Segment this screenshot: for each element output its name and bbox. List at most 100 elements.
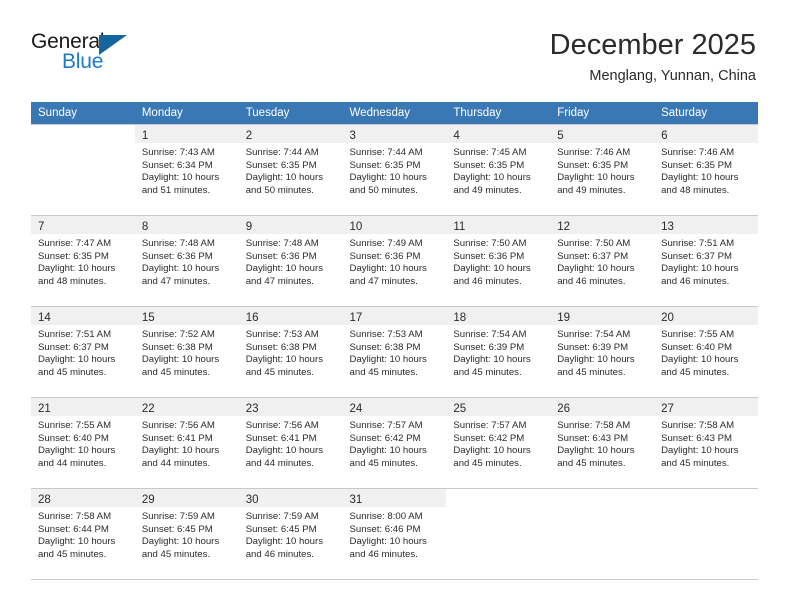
title-block: December 2025 Menglang, Yunnan, China xyxy=(550,28,756,85)
day-number: 4 xyxy=(453,130,460,142)
calendar-day-cell[interactable]: 10 Sunrise: 7:49 AM Sunset: 6:36 PM Dayligh… xyxy=(342,215,447,307)
sunrise-line: Sunrise: 7:49 AM xyxy=(349,238,423,249)
day-cell-inner: 15 Sunrise: 7:52 AM Sunset: 6:38 PM Dayligh… xyxy=(134,307,239,397)
day-cell-inner: 3 Sunrise: 7:44 AM Sunset: 6:35 PM Daylight… xyxy=(342,125,447,215)
daylight-line-1: Daylight: 10 hours xyxy=(453,263,531,275)
day-cell-inner: 19 Sunrise: 7:54 AM Sunset: 6:39 PM Dayligh… xyxy=(550,307,655,397)
day-number: 10 xyxy=(349,221,363,233)
calendar-day-cell[interactable]: 19 Sunrise: 7:54 AM Sunset: 6:39 PM Dayligh… xyxy=(550,306,655,398)
day-cell-inner: 30 Sunrise: 7:59 AM Sunset: 6:45 PM Dayligh… xyxy=(238,489,343,579)
weekday-header-thursday: Thursday xyxy=(446,102,551,125)
calendar-page: General Blue December 2025 Menglang, Yun… xyxy=(0,0,792,612)
day-detail-lines: Sunrise: 7:57 AM Sunset: 6:42 PM Daylight:… xyxy=(446,416,550,470)
calendar-day-cell[interactable]: 18 Sunrise: 7:54 AM Sunset: 6:39 PM Dayligh… xyxy=(446,306,551,398)
calendar-day-cell[interactable]: 5 Sunrise: 7:46 AM Sunset: 6:35 PM Daylight… xyxy=(550,124,655,216)
calendar-day-cell[interactable]: 12 Sunrise: 7:50 AM Sunset: 6:37 PM Dayligh… xyxy=(550,215,655,307)
day-detail-lines: Sunrise: 7:48 AM Sunset: 6:36 PM Daylight:… xyxy=(135,234,239,288)
daylight-line-2: and 49 minutes. xyxy=(453,184,522,196)
day-number: 26 xyxy=(557,403,571,415)
calendar-day-cell[interactable]: 24 Sunrise: 7:57 AM Sunset: 6:42 PM Dayligh… xyxy=(342,397,447,489)
calendar-day-cell[interactable]: 7 Sunrise: 7:47 AM Sunset: 6:35 PM Daylight… xyxy=(31,215,135,307)
daylight-line-1: Daylight: 10 hours xyxy=(349,445,427,457)
calendar-day-cell[interactable]: 14 Sunrise: 7:51 AM Sunset: 6:37 PM Dayligh… xyxy=(31,306,135,398)
sunset-line: Sunset: 6:36 PM xyxy=(141,250,213,262)
weekday-header-saturday: Saturday xyxy=(654,102,758,125)
calendar-day-cell[interactable]: 13 Sunrise: 7:51 AM Sunset: 6:37 PM Dayligh… xyxy=(654,215,758,307)
day-cell-inner: 17 Sunrise: 7:53 AM Sunset: 6:38 PM Dayligh… xyxy=(342,307,447,397)
calendar-day-cell[interactable]: 3 Sunrise: 7:44 AM Sunset: 6:35 PM Daylight… xyxy=(342,124,447,216)
daylight-line-1: Daylight: 10 hours xyxy=(245,536,324,548)
daylight-line-1: Daylight: 10 hours xyxy=(141,172,220,184)
day-number: 21 xyxy=(38,403,51,415)
daylight-line-2: and 45 minutes. xyxy=(141,548,211,560)
day-cell-inner: 1 Sunrise: 7:43 AM Sunset: 6:34 PM Daylight… xyxy=(134,125,239,215)
calendar-week-row: 21 Sunrise: 7:55 AM Sunset: 6:40 PM Dayligh… xyxy=(31,397,758,489)
calendar-day-cell[interactable]: 9 Sunrise: 7:48 AM Sunset: 6:36 PM Daylight… xyxy=(238,215,343,307)
daylight-line-1: Daylight: 10 hours xyxy=(245,263,324,275)
calendar-day-cell[interactable]: 4 Sunrise: 7:45 AM Sunset: 6:35 PM Daylight… xyxy=(446,124,551,216)
day-detail-lines: Sunrise: 7:58 AM Sunset: 6:43 PM Daylight:… xyxy=(654,416,758,470)
sunrise-line: Sunrise: 7:52 AM xyxy=(141,329,215,340)
calendar-day-cell[interactable]: 31 Sunrise: 8:00 AM Sunset: 6:46 PM Dayligh… xyxy=(342,488,447,580)
day-number-band: 1 xyxy=(134,125,239,143)
calendar-day-cell[interactable]: 15 Sunrise: 7:52 AM Sunset: 6:38 PM Dayligh… xyxy=(134,306,239,398)
day-number: 16 xyxy=(245,312,259,324)
daylight-line-2: and 50 minutes. xyxy=(349,184,418,196)
sunrise-line: Sunrise: 7:55 AM xyxy=(38,420,112,431)
daylight-line-2: and 47 minutes. xyxy=(245,275,314,287)
daylight-line-2: and 49 minutes. xyxy=(557,184,626,196)
day-number: 9 xyxy=(245,221,253,233)
daylight-line-1: Daylight: 10 hours xyxy=(141,354,220,366)
sunrise-line: Sunrise: 7:59 AM xyxy=(141,511,215,522)
day-number: 1 xyxy=(141,130,149,142)
general-blue-logo[interactable]: General Blue xyxy=(31,30,161,80)
daylight-line-1: Daylight: 10 hours xyxy=(349,354,427,366)
sunrise-line: Sunrise: 7:58 AM xyxy=(38,511,112,522)
calendar-table: Sunday Monday Tuesday Wednesday Thursday Frid… xyxy=(31,102,758,580)
calendar-day-cell[interactable]: 17 Sunrise: 7:53 AM Sunset: 6:38 PM Dayligh… xyxy=(342,306,447,398)
calendar-day-cell[interactable]: 21 Sunrise: 7:55 AM Sunset: 6:40 PM Dayligh… xyxy=(31,397,135,489)
calendar-day-cell[interactable]: 23 Sunrise: 7:56 AM Sunset: 6:41 PM Dayligh… xyxy=(238,397,343,489)
day-number: 5 xyxy=(557,130,564,142)
daylight-line-2: and 45 minutes. xyxy=(661,457,730,469)
calendar-day-cell[interactable]: 11 Sunrise: 7:50 AM Sunset: 6:36 PM Dayligh… xyxy=(446,215,551,307)
daylight-line-2: and 45 minutes. xyxy=(38,366,107,378)
calendar-day-cell[interactable]: 6 Sunrise: 7:46 AM Sunset: 6:35 PM Daylight… xyxy=(654,124,758,216)
calendar-day-cell[interactable]: 26 Sunrise: 7:58 AM Sunset: 6:43 PM Dayligh… xyxy=(550,397,655,489)
sunset-line: Sunset: 6:40 PM xyxy=(38,432,109,444)
day-detail-lines: Sunrise: 7:56 AM Sunset: 6:41 PM Daylight:… xyxy=(239,416,343,470)
calendar-day-cell[interactable]: 20 Sunrise: 7:55 AM Sunset: 6:40 PM Dayligh… xyxy=(654,306,758,398)
calendar-day-cell[interactable]: 2 Sunrise: 7:44 AM Sunset: 6:35 PM Daylight… xyxy=(238,124,343,216)
daylight-line-2: and 44 minutes. xyxy=(141,457,211,469)
sunrise-line: Sunrise: 7:50 AM xyxy=(557,238,631,249)
day-number-band: 24 xyxy=(342,398,447,416)
sunrise-line: Sunrise: 7:50 AM xyxy=(453,238,527,249)
day-cell-inner: 18 Sunrise: 7:54 AM Sunset: 6:39 PM Dayligh… xyxy=(446,307,551,397)
day-number-band xyxy=(31,125,135,143)
calendar-day-cell[interactable]: 1 Sunrise: 7:43 AM Sunset: 6:34 PM Daylight… xyxy=(134,124,239,216)
sunset-line: Sunset: 6:35 PM xyxy=(453,159,525,171)
calendar-day-cell[interactable]: 25 Sunrise: 7:57 AM Sunset: 6:42 PM Dayligh… xyxy=(446,397,551,489)
daylight-line-2: and 45 minutes. xyxy=(349,366,418,378)
day-number: 12 xyxy=(557,221,571,233)
calendar-day-cell[interactable]: 16 Sunrise: 7:53 AM Sunset: 6:38 PM Dayligh… xyxy=(238,306,343,398)
calendar-grid-wrap: Sunday Monday Tuesday Wednesday Thursday Frid… xyxy=(31,102,758,580)
calendar-day-cell[interactable]: 29 Sunrise: 7:59 AM Sunset: 6:45 PM Dayligh… xyxy=(134,488,239,580)
sunrise-line: Sunrise: 7:58 AM xyxy=(557,420,631,431)
daylight-line-1: Daylight: 10 hours xyxy=(141,536,220,548)
calendar-day-cell[interactable]: 28 Sunrise: 7:58 AM Sunset: 6:44 PM Dayligh… xyxy=(31,488,135,580)
calendar-day-cell[interactable]: 22 Sunrise: 7:56 AM Sunset: 6:41 PM Dayligh… xyxy=(134,397,239,489)
day-cell-inner: 21 Sunrise: 7:55 AM Sunset: 6:40 PM Dayligh… xyxy=(31,398,135,488)
weekday-header-wednesday: Wednesday xyxy=(342,102,447,125)
daylight-line-2: and 44 minutes. xyxy=(245,457,314,469)
calendar-cell-empty xyxy=(654,488,758,580)
calendar-day-cell[interactable]: 27 Sunrise: 7:58 AM Sunset: 6:43 PM Dayligh… xyxy=(654,397,758,489)
calendar-day-cell[interactable]: 8 Sunrise: 7:48 AM Sunset: 6:36 PM Daylight… xyxy=(134,215,239,307)
day-number: 15 xyxy=(141,312,155,324)
calendar-day-cell[interactable]: 30 Sunrise: 7:59 AM Sunset: 6:45 PM Dayligh… xyxy=(238,488,343,580)
day-number-band: 16 xyxy=(238,307,343,325)
day-cell-inner: 16 Sunrise: 7:53 AM Sunset: 6:38 PM Dayligh… xyxy=(238,307,343,397)
daylight-line-2: and 46 minutes. xyxy=(245,548,314,560)
day-number-band: 26 xyxy=(550,398,655,416)
daylight-line-1: Daylight: 10 hours xyxy=(557,445,635,457)
